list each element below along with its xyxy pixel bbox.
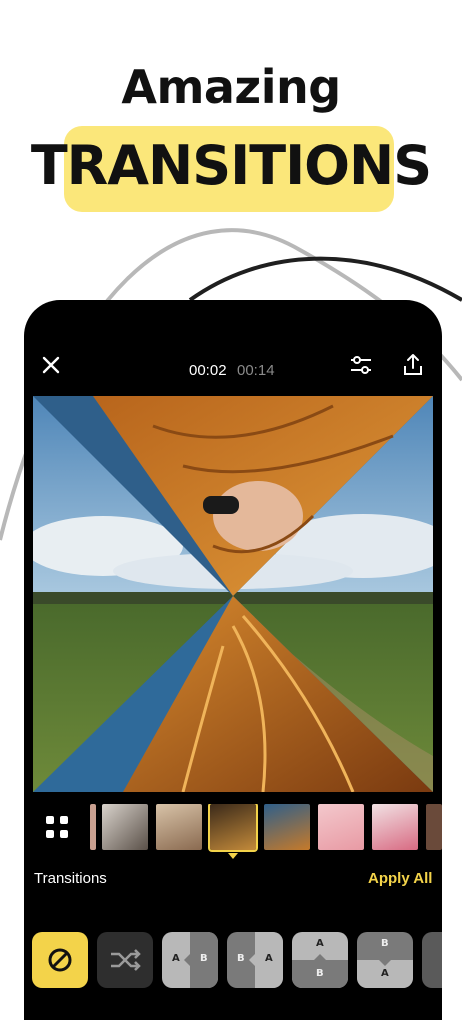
tile-label-b: B (200, 953, 208, 964)
sliders-icon[interactable] (348, 352, 374, 378)
shuffle-icon (111, 949, 141, 971)
transition-slide-right-button[interactable]: B A (227, 932, 283, 988)
transition-slide-up-button[interactable]: B A (357, 932, 413, 988)
clip-frame[interactable] (318, 804, 364, 850)
clip-frame[interactable] (156, 804, 202, 850)
timeline-filmstrip[interactable] (90, 804, 442, 852)
headline-amazing: Amazing (121, 60, 341, 114)
clip-frame[interactable] (372, 804, 418, 850)
video-preview[interactable] (33, 396, 433, 792)
transition-slide-left-button[interactable]: A B (162, 932, 218, 988)
transition-more-button[interactable] (422, 932, 442, 988)
headline-transitions: TRANSITIONS (30, 134, 432, 197)
tile-label-b: B (381, 938, 389, 949)
tile-label-a: A (316, 938, 324, 949)
tile-label-a: A (381, 968, 389, 979)
transition-none-button[interactable] (32, 932, 88, 988)
transition-shuffle-button[interactable] (97, 932, 153, 988)
tile-label-a: A (172, 953, 180, 964)
close-icon[interactable] (38, 352, 64, 378)
clip-frame-selected[interactable] (208, 804, 258, 852)
tile-label-b: B (316, 968, 324, 979)
clip-frame[interactable] (264, 804, 310, 850)
tile-label-a: A (265, 953, 273, 964)
transitions-title: Transitions (34, 870, 107, 887)
clip-frame[interactable] (90, 804, 96, 850)
tile-label-b: B (237, 953, 245, 964)
no-transition-icon (48, 948, 72, 972)
grid-icon[interactable] (42, 812, 72, 842)
current-time: 00:02 (189, 362, 227, 379)
export-icon[interactable] (400, 352, 426, 378)
slide-right-icon (249, 932, 283, 988)
apply-all-button[interactable]: Apply All (368, 870, 432, 887)
phone-screen: 00:02 00:14 Transitions Apply All A B B … (24, 300, 442, 1020)
clip-frame[interactable] (102, 804, 148, 850)
clip-frame[interactable] (426, 804, 442, 850)
total-duration: 00:14 (237, 362, 275, 379)
slide-left-icon (184, 932, 218, 988)
transition-slide-down-button[interactable]: A B (292, 932, 348, 988)
playhead-marker (228, 853, 238, 859)
